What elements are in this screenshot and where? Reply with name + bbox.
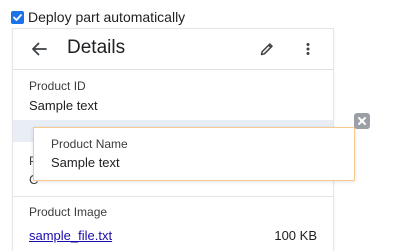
more-options-button[interactable]: [298, 39, 318, 59]
panel-title: Details: [67, 37, 126, 58]
product-image-field: Product Image: [29, 205, 107, 219]
pencil-icon: [260, 43, 273, 56]
field-value: Sample text: [29, 98, 98, 113]
close-button[interactable]: [354, 113, 370, 129]
panel-header: Details: [13, 29, 333, 70]
field-value: Sample text: [51, 155, 120, 170]
deploy-checkbox-label: Deploy part automatically: [28, 9, 186, 25]
field-label: Product Image: [29, 205, 108, 219]
dragged-field-card[interactable]: Product Name Sample text: [33, 127, 355, 181]
arrow-left-icon: [32, 42, 47, 56]
deploy-checkbox[interactable]: [11, 10, 24, 24]
file-size: 100 KB: [274, 227, 317, 243]
field-label: Product ID: [29, 79, 86, 93]
close-icon: [358, 117, 366, 125]
checkmark-icon: [13, 13, 22, 21]
deploy-checkbox-row[interactable]: Deploy part automatically: [11, 7, 185, 27]
divider: [13, 196, 333, 197]
edit-button[interactable]: [257, 39, 277, 59]
file-link[interactable]: sample_file.txt: [29, 228, 112, 243]
file-row: sample_file.txt 100 KB: [29, 226, 317, 244]
field-label: Product Name: [51, 137, 128, 151]
product-id-field: Product ID Sample text: [29, 79, 98, 113]
back-button[interactable]: [28, 39, 50, 59]
more-vert-icon: [306, 43, 310, 55]
